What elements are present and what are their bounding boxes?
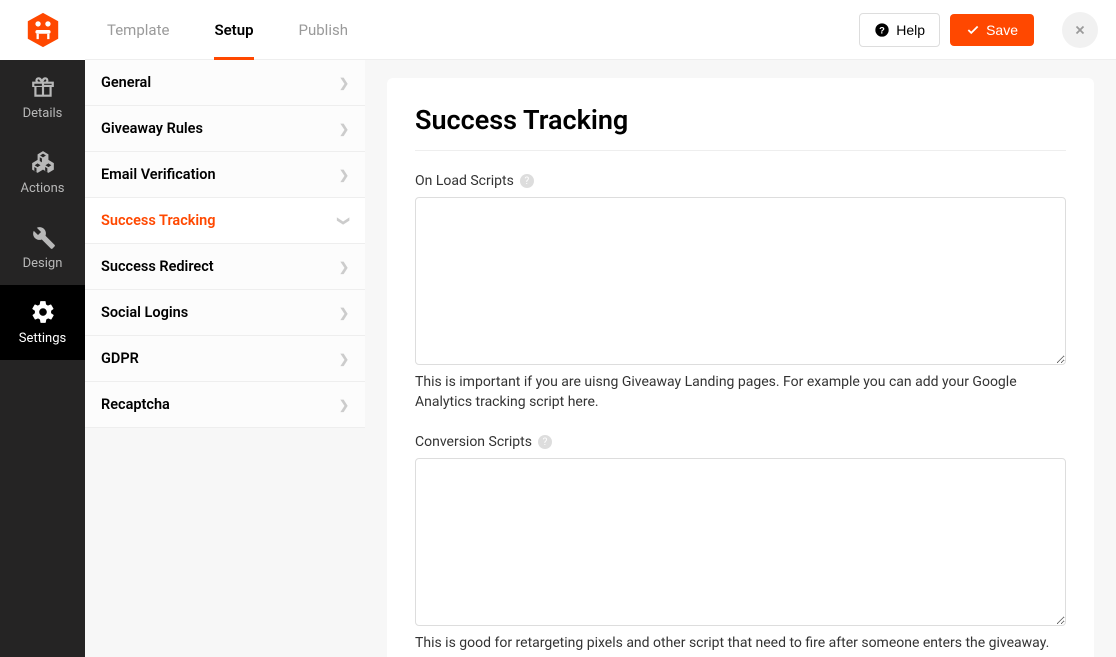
rail-item-label: Actions xyxy=(20,181,64,196)
field-label-text: On Load Scripts xyxy=(415,173,514,189)
main-area: Template Setup Publish ? Help Save Gener… xyxy=(85,0,1116,657)
settings-item-success-tracking[interactable]: Success Tracking ❯ xyxy=(85,198,365,244)
conversion-scripts-textarea[interactable] xyxy=(415,458,1066,626)
help-icon: ? xyxy=(874,22,890,38)
settings-item-label: Social Logins xyxy=(101,304,188,321)
field-label-conversion: Conversion Scripts ? xyxy=(415,434,1066,450)
topbar: Template Setup Publish ? Help Save xyxy=(85,0,1116,60)
settings-item-giveaway-rules[interactable]: Giveaway Rules ❯ xyxy=(85,106,365,152)
rail-item-label: Design xyxy=(23,256,63,271)
chevron-right-icon: ❯ xyxy=(339,122,349,136)
tab-template[interactable]: Template xyxy=(107,0,169,60)
rail-item-label: Details xyxy=(23,106,63,121)
settings-item-label: Recaptcha xyxy=(101,396,170,413)
help-tooltip-icon[interactable]: ? xyxy=(520,174,534,188)
top-tabs: Template Setup Publish xyxy=(107,0,348,60)
field-hint: This is good for retargeting pixels and … xyxy=(415,634,1066,654)
settings-card: Success Tracking On Load Scripts ? This … xyxy=(387,78,1094,657)
logo-icon xyxy=(24,11,62,49)
rail-item-label: Settings xyxy=(19,331,66,346)
boxes-icon xyxy=(30,149,56,175)
topbar-right: ? Help Save xyxy=(859,12,1098,48)
field-label-text: Conversion Scripts xyxy=(415,434,532,450)
close-icon xyxy=(1073,23,1087,37)
tab-label: Setup xyxy=(214,21,253,39)
settings-item-email-verification[interactable]: Email Verification ❯ xyxy=(85,152,365,198)
settings-item-gdpr[interactable]: GDPR ❯ xyxy=(85,336,365,382)
rail-item-details[interactable]: Details xyxy=(0,60,85,135)
settings-item-label: Giveaway Rules xyxy=(101,120,203,137)
tab-label: Publish xyxy=(299,21,348,39)
content-area: Success Tracking On Load Scripts ? This … xyxy=(365,60,1116,657)
tools-icon xyxy=(30,224,56,250)
settings-item-success-redirect[interactable]: Success Redirect ❯ xyxy=(85,244,365,290)
chevron-right-icon: ❯ xyxy=(339,260,349,274)
gear-icon xyxy=(30,299,56,325)
settings-item-label: Success Tracking xyxy=(101,212,216,229)
left-rail: Details Actions Design Settings xyxy=(0,0,85,657)
close-button[interactable] xyxy=(1062,12,1098,48)
settings-item-label: Email Verification xyxy=(101,166,216,183)
field-hint: This is important if you are uisng Givea… xyxy=(415,373,1066,412)
chevron-down-icon: ❯ xyxy=(337,215,351,225)
save-button-label: Save xyxy=(986,22,1018,38)
tab-setup[interactable]: Setup xyxy=(214,0,253,60)
chevron-right-icon: ❯ xyxy=(339,306,349,320)
settings-item-recaptcha[interactable]: Recaptcha ❯ xyxy=(85,382,365,428)
body: General ❯ Giveaway Rules ❯ Email Verific… xyxy=(85,60,1116,657)
field-label-onload: On Load Scripts ? xyxy=(415,173,1066,189)
tab-publish[interactable]: Publish xyxy=(299,0,348,60)
rail-item-settings[interactable]: Settings xyxy=(0,285,85,360)
help-button-label: Help xyxy=(896,22,925,38)
chevron-right-icon: ❯ xyxy=(339,76,349,90)
rail-item-actions[interactable]: Actions xyxy=(0,135,85,210)
tab-label: Template xyxy=(107,21,169,39)
settings-item-label: GDPR xyxy=(101,350,139,367)
settings-item-label: General xyxy=(101,74,151,91)
svg-text:?: ? xyxy=(879,25,885,35)
help-button[interactable]: ? Help xyxy=(859,13,940,47)
settings-item-general[interactable]: General ❯ xyxy=(85,60,365,106)
chevron-right-icon: ❯ xyxy=(339,352,349,366)
page-title: Success Tracking xyxy=(415,104,1066,151)
gift-icon xyxy=(30,74,56,100)
settings-list: General ❯ Giveaway Rules ❯ Email Verific… xyxy=(85,60,365,657)
onload-scripts-textarea[interactable] xyxy=(415,197,1066,365)
rail-item-design[interactable]: Design xyxy=(0,210,85,285)
settings-item-social-logins[interactable]: Social Logins ❯ xyxy=(85,290,365,336)
chevron-right-icon: ❯ xyxy=(339,168,349,182)
logo xyxy=(0,0,85,60)
help-tooltip-icon[interactable]: ? xyxy=(538,435,552,449)
chevron-right-icon: ❯ xyxy=(339,398,349,412)
save-button[interactable]: Save xyxy=(950,14,1034,46)
check-icon xyxy=(966,23,980,37)
settings-item-label: Success Redirect xyxy=(101,258,214,275)
